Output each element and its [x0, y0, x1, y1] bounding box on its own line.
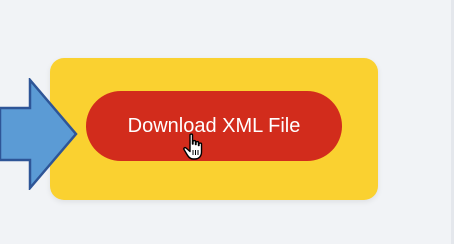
right-arrow-icon [0, 78, 78, 190]
download-card: Download XML File [50, 58, 378, 200]
download-xml-button[interactable]: Download XML File [86, 91, 342, 161]
hand-pointer-icon [183, 133, 203, 160]
